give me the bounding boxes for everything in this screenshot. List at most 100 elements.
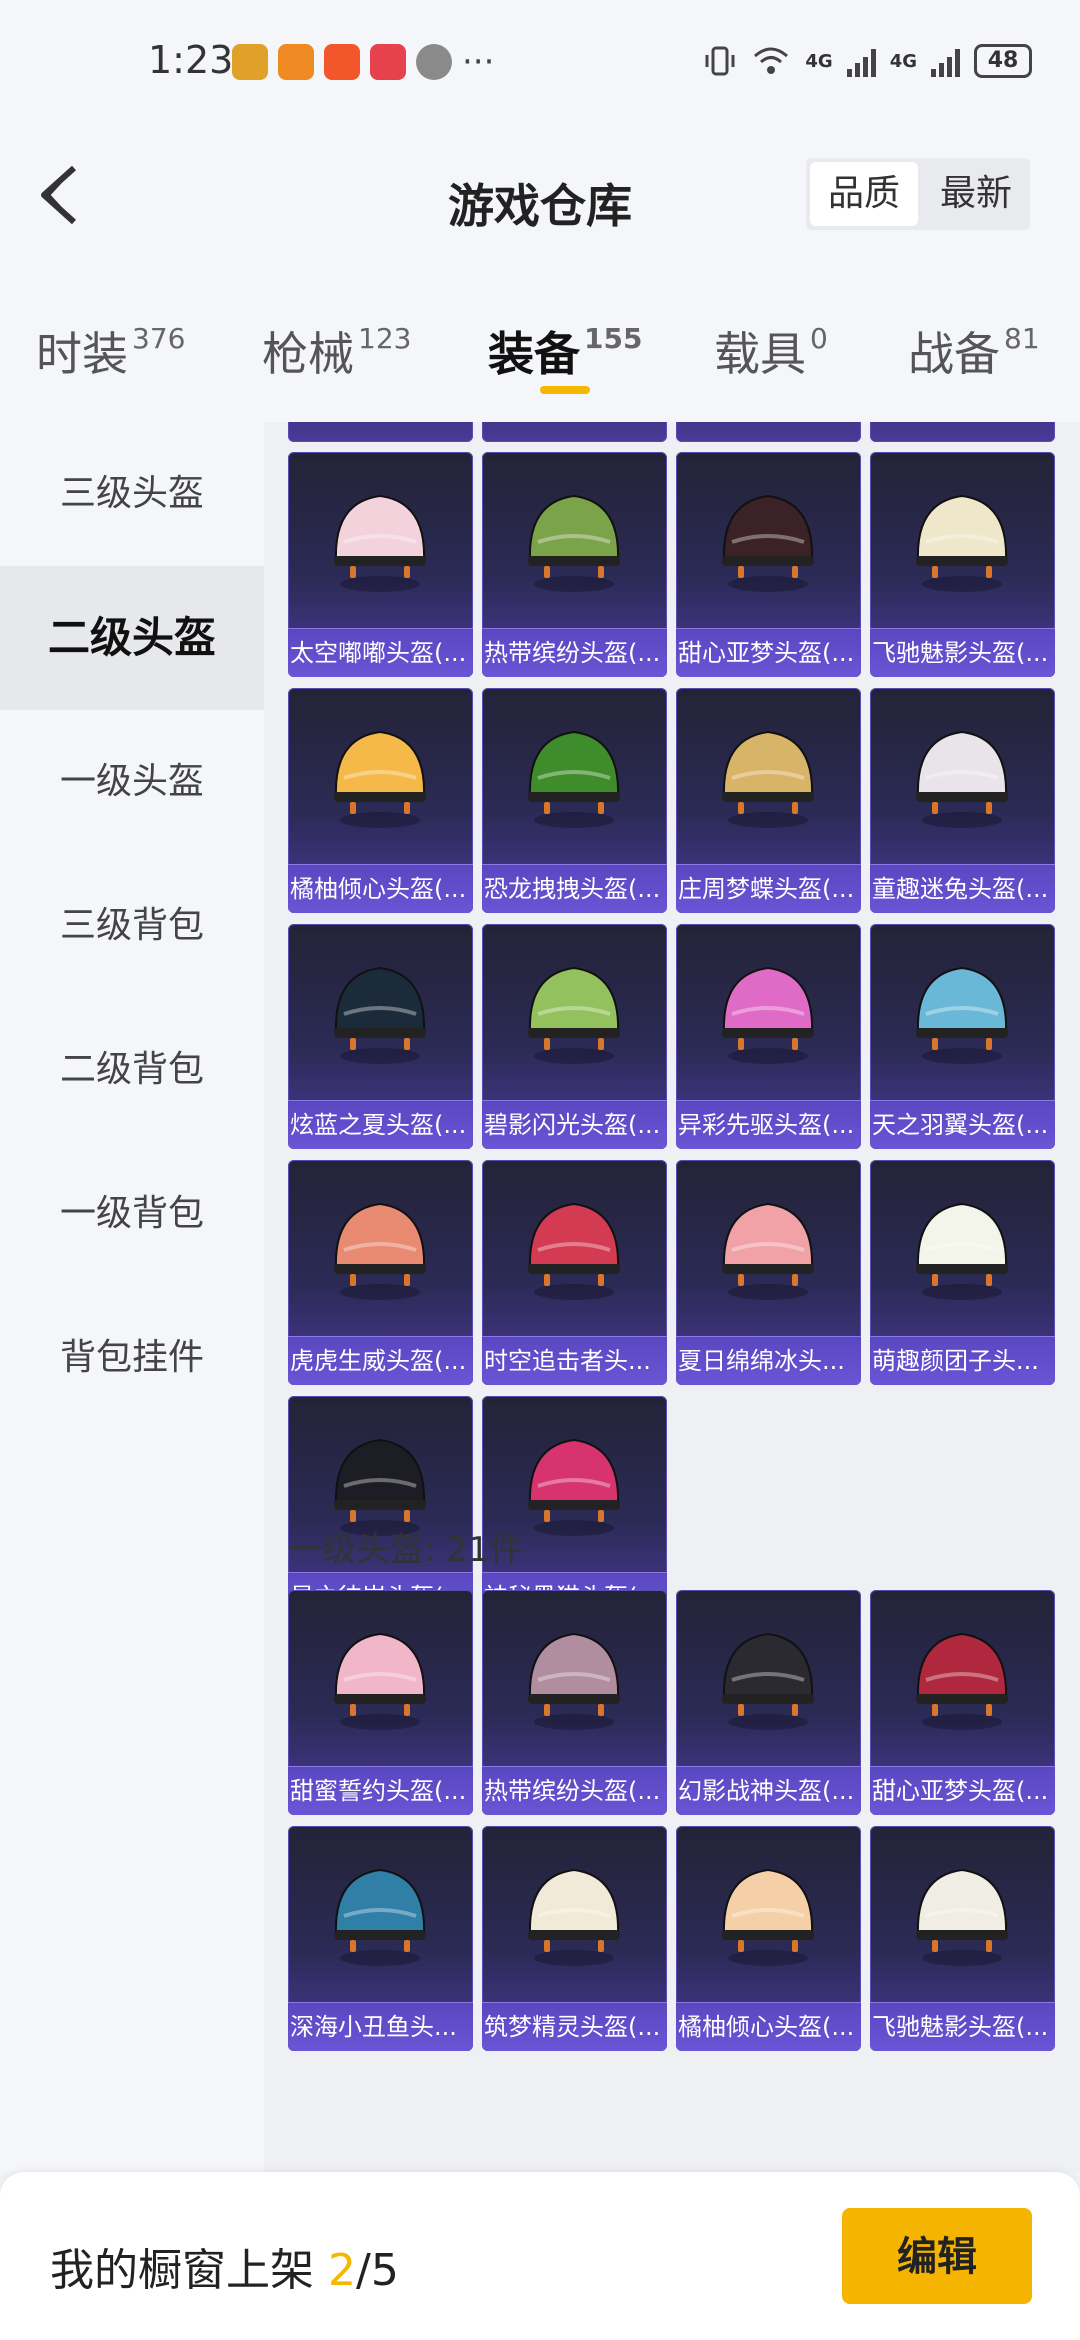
helmet-item-name: 甜心亚梦头盔(... <box>676 628 861 677</box>
showcase-total: /5 <box>356 2245 399 2296</box>
helmet-icon <box>916 1202 1008 1300</box>
helmet-icon <box>722 1868 814 1966</box>
edit-button[interactable]: 编辑 <box>842 2208 1032 2304</box>
tab-count: 123 <box>358 322 412 355</box>
helmet-item-tile[interactable]: 夏日绵绵冰头... <box>676 1160 861 1385</box>
helmet-item-name: 恐龙拽拽头盔(... <box>482 864 667 913</box>
helmet-item-name: 时空追击者头... <box>482 1336 667 1385</box>
helmet-item-tile[interactable]: 深海小丑鱼头... <box>288 1826 473 2051</box>
tab-count: 81 <box>1004 322 1040 355</box>
sidebar-item-level3-helmet[interactable]: 三级头盔 <box>0 422 264 566</box>
helmet-item-name: 异彩先驱头盔(... <box>676 1100 861 1149</box>
helmet-icon <box>528 1868 620 1966</box>
helmet-icon <box>722 1632 814 1730</box>
tab-label: 枪械 <box>262 327 354 381</box>
helmet-item-name: 太空嘟嘟头盔(... <box>288 628 473 677</box>
helmet-item-tile[interactable]: 飞驰魅影头盔(... <box>870 1826 1055 2051</box>
helmet-item-tile[interactable]: 时空追击者头... <box>482 1160 667 1385</box>
huawei-app-icon <box>370 44 406 80</box>
sort-toggle: 品质 最新 <box>805 158 1030 230</box>
helmet-item-tile[interactable]: 太空嘟嘟头盔(... <box>288 452 473 677</box>
helmet-item-tile[interactable]: 橘柚倾心头盔(... <box>288 688 473 913</box>
sidebar-item-level2-backpack[interactable]: 二级背包 <box>0 998 264 1142</box>
helmet-item-name: 庄周梦蝶头盔(... <box>676 864 861 913</box>
item-tile-partial[interactable] <box>288 422 473 442</box>
showcase-bar: 我的橱窗上架 2/5 编辑 <box>0 2172 1080 2340</box>
helmet-item-tile[interactable]: 炫蓝之夏头盔(... <box>288 924 473 1149</box>
sidebar-item-backpack-charm[interactable]: 背包挂件 <box>0 1286 264 1430</box>
tab-label: 装备 <box>488 327 580 381</box>
helmet-item-tile[interactable]: 筑梦精灵头盔(... <box>482 1826 667 2051</box>
sidebar-item-level3-backpack[interactable]: 三级背包 <box>0 854 264 998</box>
helmet-icon <box>528 966 620 1064</box>
tab-equipment[interactable]: 装备 155 <box>488 318 642 384</box>
network-type-2: 4G <box>889 50 917 72</box>
helmet-item-tile[interactable]: 天之羽翼头盔(... <box>870 924 1055 1149</box>
notification-icons: ··· <box>232 44 494 80</box>
tab-guns[interactable]: 枪械 123 <box>262 318 411 384</box>
helmet-icon <box>334 730 426 828</box>
app-header: 游戏仓库 品质 最新 <box>0 130 1080 260</box>
game-app-icon <box>232 44 268 80</box>
helmet-item-tile[interactable]: 童趣迷兔头盔(... <box>870 688 1055 913</box>
item-tile-partial[interactable] <box>870 422 1055 442</box>
helmet-item-name: 橘柚倾心头盔(... <box>676 2002 861 2051</box>
helmet-item-tile[interactable]: 幻影战神头盔(... <box>676 1590 861 1815</box>
tab-gear[interactable]: 战备 81 <box>908 318 1040 384</box>
status-bar: 1:23 ··· 4G 4G 48 <box>0 0 1080 130</box>
sort-quality-button[interactable]: 品质 <box>809 162 918 226</box>
helmet-item-tile[interactable]: 甜蜜誓约头盔(... <box>288 1590 473 1815</box>
helmet-item-tile[interactable]: 神秘黑猫头盔(... <box>482 1396 667 1621</box>
helmet-icon <box>334 966 426 1064</box>
helmet-icon <box>528 1202 620 1300</box>
helmet-item-tile[interactable]: 异彩先驱头盔(... <box>676 924 861 1149</box>
helmet-item-name: 甜心亚梦头盔(... <box>870 1766 1055 1815</box>
tab-fashion[interactable]: 时装 376 <box>36 318 185 384</box>
sidebar-item-level1-helmet[interactable]: 一级头盔 <box>0 710 264 854</box>
helmet-item-tile[interactable]: 橘柚倾心头盔(... <box>676 1826 861 2051</box>
helmet-item-name: 天之羽翼头盔(... <box>870 1100 1055 1149</box>
tab-count: 376 <box>132 322 186 355</box>
helmet-icon <box>916 730 1008 828</box>
battery-icon: 48 <box>974 44 1032 78</box>
helmet-item-tile[interactable]: 碧影闪光头盔(... <box>482 924 667 1149</box>
helmet-item-tile[interactable]: 虎虎生威头盔(... <box>288 1160 473 1385</box>
helmet-icon <box>334 494 426 592</box>
helmet-item-tile[interactable]: 热带缤纷头盔(... <box>482 452 667 677</box>
helmet-icon <box>334 1868 426 1966</box>
helmet-item-name: 幻影战神头盔(... <box>676 1766 861 1815</box>
helmet-item-tile[interactable]: 萌趣颜团子头... <box>870 1160 1055 1385</box>
helmet-item-tile[interactable]: 甜心亚梦头盔(... <box>676 452 861 677</box>
kuaishou-app-icon <box>324 44 360 80</box>
helmet-item-tile[interactable]: 恐龙拽拽头盔(... <box>482 688 667 913</box>
sort-newest-button[interactable]: 最新 <box>922 158 1030 230</box>
helmet-item-name: 夏日绵绵冰头... <box>676 1336 861 1385</box>
helmet-item-tile[interactable]: 飞驰魅影头盔(... <box>870 452 1055 677</box>
helmet-item-tile[interactable]: 热带缤纷头盔(... <box>482 1590 667 1815</box>
helmet-icon <box>528 1632 620 1730</box>
showcase-label: 我的橱窗上架 <box>50 2245 328 2296</box>
helmet-item-name: 虎虎生威头盔(... <box>288 1336 473 1385</box>
helmet-item-name: 碧影闪光头盔(... <box>482 1100 667 1149</box>
helmet-item-name: 甜蜜誓约头盔(... <box>288 1766 473 1815</box>
signal-icon-2 <box>931 45 960 77</box>
item-tile-partial[interactable] <box>482 422 667 442</box>
helmet-icon <box>722 730 814 828</box>
helmet-item-tile[interactable]: 星之彼岸头盔(... <box>288 1396 473 1621</box>
helmet-icon <box>916 966 1008 1064</box>
tab-label: 战备 <box>908 327 1000 381</box>
subcategory-sidebar: 三级头盔 二级头盔 一级头盔 三级背包 二级背包 一级背包 背包挂件 <box>0 422 264 2172</box>
network-type-1: 4G <box>805 50 833 72</box>
helmet-item-name: 橘柚倾心头盔(... <box>288 864 473 913</box>
helmet-icon <box>722 1202 814 1300</box>
sidebar-item-level2-helmet[interactable]: 二级头盔 <box>0 566 264 710</box>
helmet-icon <box>916 1868 1008 1966</box>
status-indicators: 4G 4G 48 <box>703 44 1032 78</box>
tab-vehicles[interactable]: 载具 0 <box>714 318 828 384</box>
helmet-item-name: 飞驰魅影头盔(... <box>870 2002 1055 2051</box>
helmet-icon <box>528 494 620 592</box>
helmet-item-tile[interactable]: 庄周梦蝶头盔(... <box>676 688 861 913</box>
item-tile-partial[interactable] <box>676 422 861 442</box>
sidebar-item-level1-backpack[interactable]: 一级背包 <box>0 1142 264 1286</box>
helmet-item-tile[interactable]: 甜心亚梦头盔(... <box>870 1590 1055 1815</box>
